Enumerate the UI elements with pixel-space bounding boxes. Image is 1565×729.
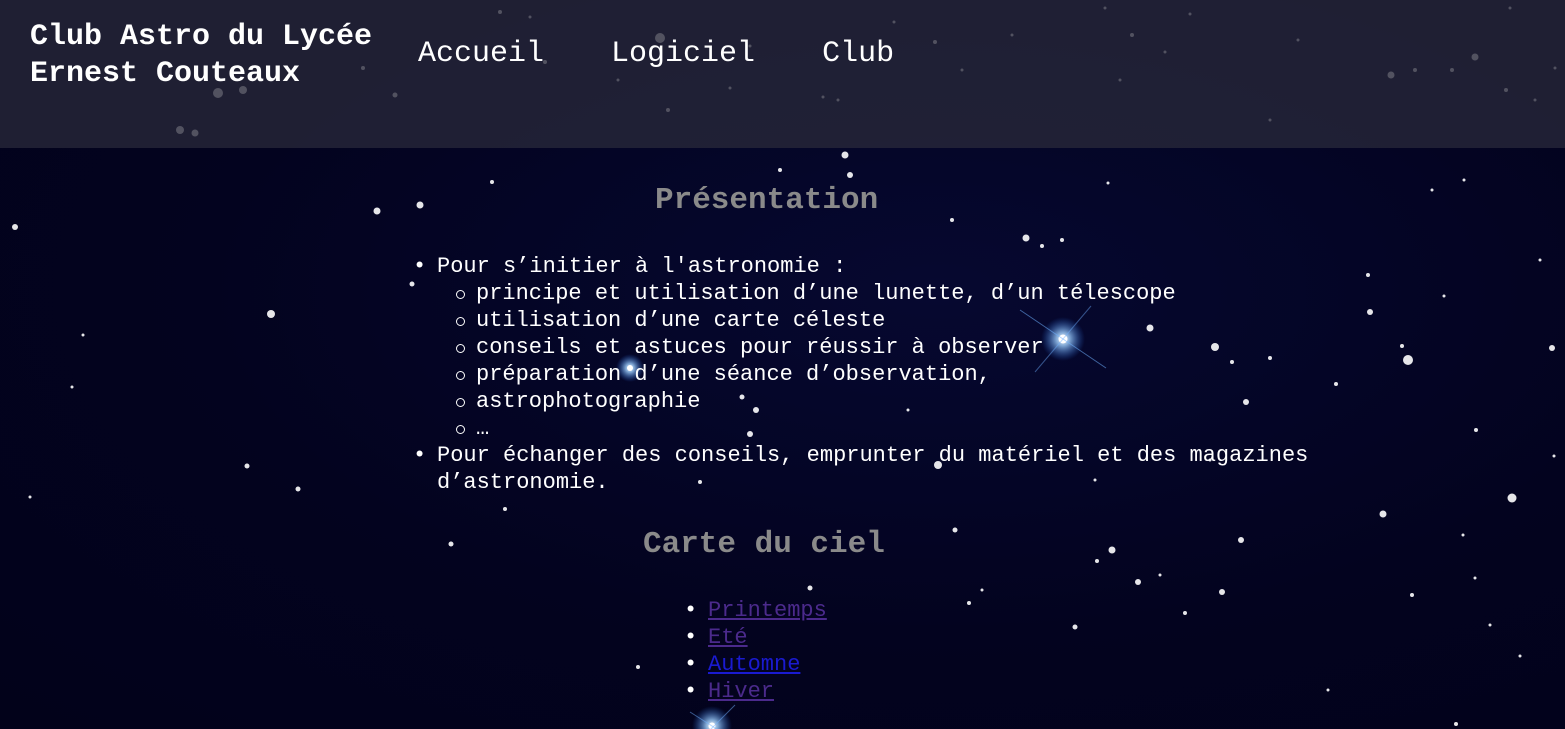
sub-list: principe et utilisation d’une lunette, d…	[437, 280, 1417, 442]
list-item: Pour échanger des conseils, emprunter du…	[413, 442, 1417, 496]
sub-list-item: conseils et astuces pour réussir à obser…	[456, 334, 1417, 361]
nav-link-logiciel[interactable]: Logiciel	[611, 36, 755, 72]
sub-list-item: préparation d’une séance d’observation,	[456, 361, 1417, 388]
list-item: Pour s’initier à l'astronomie : principe…	[413, 253, 1417, 442]
season-links-list: Printemps Eté Automne Hiver	[684, 597, 827, 705]
list-item: Eté	[684, 624, 827, 651]
presentation-list: Pour s’initier à l'astronomie : principe…	[413, 253, 1417, 496]
link-hiver[interactable]: Hiver	[708, 679, 774, 704]
site-title-line2: Ernest Couteaux	[30, 57, 301, 91]
list-item-text: Pour s’initier à l'astronomie :	[437, 254, 847, 279]
page: Club Astro du Lycée Ernest Couteaux Accu…	[0, 0, 1565, 729]
sub-list-item: utilisation d’une carte céleste	[456, 307, 1417, 334]
sub-list-item: …	[456, 415, 1417, 442]
sub-list-item: astrophotographie	[456, 388, 1417, 415]
nav-link-accueil[interactable]: Accueil	[418, 36, 544, 72]
presentation-heading: Présentation	[655, 183, 879, 218]
nav-link-club[interactable]: Club	[822, 36, 894, 72]
link-automne[interactable]: Automne	[708, 652, 800, 677]
list-item: Automne	[684, 651, 827, 678]
link-ete[interactable]: Eté	[708, 625, 748, 650]
list-item: Printemps	[684, 597, 827, 624]
sub-list-item: principe et utilisation d’une lunette, d…	[456, 280, 1417, 307]
main-nav: Accueil Logiciel Club	[418, 36, 961, 72]
list-item-text: Pour échanger des conseils, emprunter du…	[437, 443, 1309, 495]
site-title[interactable]: Club Astro du Lycée Ernest Couteaux	[30, 19, 410, 93]
list-item: Hiver	[684, 678, 827, 705]
link-printemps[interactable]: Printemps	[708, 598, 827, 623]
sky-map-heading: Carte du ciel	[643, 527, 885, 562]
site-title-line1: Club Astro du Lycée	[30, 20, 373, 54]
site-header: Club Astro du Lycée Ernest Couteaux Accu…	[0, 0, 1565, 148]
